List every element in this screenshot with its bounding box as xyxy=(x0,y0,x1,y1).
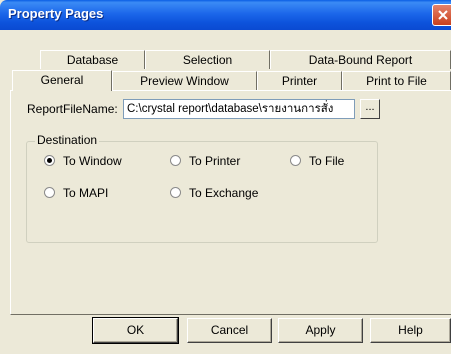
cancel-button[interactable]: Cancel xyxy=(187,318,272,343)
radio-label: To Window xyxy=(63,154,122,168)
radio-label: To MAPI xyxy=(63,186,109,200)
radio-label: To File xyxy=(309,154,345,168)
browse-button[interactable]: ... xyxy=(360,99,380,119)
radio-dot xyxy=(290,155,301,166)
radio-dot xyxy=(44,187,55,198)
apply-button[interactable]: Apply xyxy=(278,318,363,343)
tab-preview-window[interactable]: Preview Window xyxy=(112,71,257,90)
close-button[interactable] xyxy=(432,4,451,26)
tab-label: Selection xyxy=(182,53,233,67)
tab-label: Database xyxy=(66,53,119,67)
tab-label: Data-Bound Report xyxy=(308,53,413,67)
radio-dot xyxy=(170,187,181,198)
tab-data-bound-report[interactable]: Data-Bound Report xyxy=(270,50,451,69)
radio-dot-checked xyxy=(44,155,55,166)
radio-dot xyxy=(170,155,181,166)
close-icon xyxy=(438,10,448,20)
tab-label: Preview Window xyxy=(140,74,229,88)
tab-label: Printer xyxy=(281,74,318,88)
tab-label: Print to File xyxy=(366,74,427,88)
title-bar: Property Pages xyxy=(0,0,451,30)
tab-general[interactable]: General xyxy=(12,70,112,91)
help-button[interactable]: Help xyxy=(370,318,451,343)
report-file-input[interactable]: C:\crystal report\database\รายงานการสั่ง xyxy=(123,99,355,119)
tab-print-to-file[interactable]: Print to File xyxy=(342,71,451,90)
window-title: Property Pages xyxy=(8,6,104,21)
report-file-label: ReportFileName: xyxy=(27,102,118,116)
tab-database[interactable]: Database xyxy=(40,50,145,69)
tab-printer[interactable]: Printer xyxy=(257,71,342,90)
destination-label: Destination xyxy=(35,133,100,147)
tab-selection[interactable]: Selection xyxy=(145,50,270,69)
radio-label: To Printer xyxy=(189,154,241,168)
radio-label: To Exchange xyxy=(189,186,259,200)
tab-label: General xyxy=(40,73,84,87)
ok-button[interactable]: OK xyxy=(92,317,179,344)
